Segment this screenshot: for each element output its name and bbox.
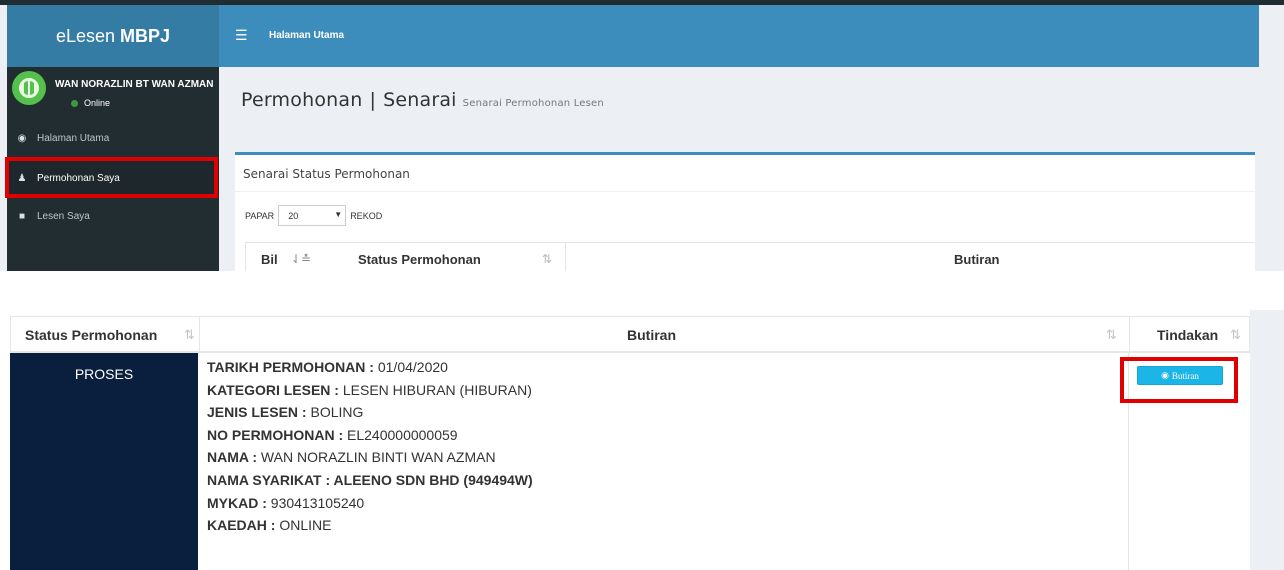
avatar [12, 71, 46, 105]
details-cell: TARIKH PERMOHONAN : 01/04/2020 KATEGORI … [207, 359, 1107, 540]
column-header-bil[interactable]: Bil [261, 252, 278, 267]
page-title-small: Senarai Permohonan Lesen [462, 98, 604, 109]
globe-icon [19, 78, 39, 98]
status-cell: PROSES [10, 353, 198, 570]
column-header-butiran[interactable]: Butiran [954, 252, 1000, 267]
table-header: Status Permohonan ⇅ Butiran ⇅ Tindakan ⇅ [10, 316, 1250, 354]
user-status: Online [55, 98, 110, 108]
show-label: PAPAR [245, 210, 275, 221]
content-header: Permohonan | Senarai Senarai Permohonan Les… [219, 67, 1259, 151]
sidebar-item-halaman-utama[interactable]: ◉ Halaman Utama [7, 121, 219, 155]
column-divider [199, 317, 200, 354]
column-header-butiran[interactable]: Butiran [627, 327, 676, 343]
detail-label: NAMA : [207, 449, 258, 466]
detail-value: BOLING [306, 404, 364, 421]
detail-row: TARIKH PERMOHONAN : 01/04/2020 [207, 359, 1107, 382]
records-label: REKOD [350, 210, 383, 221]
sidebar-item-label: Lesen Saya [37, 210, 90, 222]
column-divider [565, 243, 566, 271]
app-logo[interactable]: eLesen MBPJ [7, 5, 219, 67]
page-title-sub: Senarai [383, 89, 457, 111]
detail-value: ONLINE [275, 517, 332, 534]
highlight-box-button [1120, 357, 1238, 403]
sidebar-item-label: Halaman Utama [37, 132, 110, 144]
page-length-control: PAPAR 20 ▼ REKOD [245, 205, 382, 226]
detail-row: NO PERMOHONAN : EL240000000059 [207, 427, 1107, 450]
page-title-main: Permohonan [241, 89, 363, 111]
hamburger-icon[interactable]: ☰ [235, 27, 248, 44]
column-header-status[interactable]: Status Permohonan [358, 252, 481, 267]
detail-value: LESEN HIBURAN (HIBURAN) [338, 381, 532, 398]
sort-icon[interactable]: ⇅ [542, 252, 552, 266]
sort-icon[interactable]: ⇅ [184, 327, 195, 343]
detail-label: NAMA SYARIKAT : [207, 471, 331, 488]
logo-text-bold: MBPJ [120, 25, 171, 46]
detail-value: ALEENO SDN BHD (949494W) [330, 471, 533, 488]
status-box: Senarai Status Permohonan PAPAR 20 ▼ REK… [235, 152, 1255, 271]
box-divider [235, 191, 1255, 192]
logo-text: eLesen [55, 25, 116, 46]
page-title: Permohonan | Senarai Senarai Permohonan Les… [241, 89, 604, 111]
applications-table: Status Permohonan ⇅ Butiran ⇅ Tindakan ⇅… [10, 316, 1250, 570]
box-title: Senarai Status Permohonan [243, 167, 410, 181]
detail-value: 01/04/2020 [373, 359, 448, 375]
detail-value: WAN NORAZLIN BINTI WAN AZMAN [257, 449, 496, 466]
column-divider [1129, 317, 1130, 354]
detail-row: KAEDAH : ONLINE [207, 517, 1107, 540]
detail-row: NAMA : WAN NORAZLIN BINTI WAN AZMAN [207, 449, 1107, 472]
title-separator: | [369, 89, 377, 111]
detail-value: 930413105240 [266, 494, 365, 511]
detail-value: EL240000000059 [343, 426, 458, 443]
column-header-tindakan[interactable]: Tindakan [1157, 327, 1218, 343]
user-name: WAN NORAZLIN BT WAN AZMAN [55, 79, 214, 90]
detail-row: JENIS LESEN : BOLING [207, 404, 1107, 427]
online-dot-icon [71, 99, 78, 107]
sort-icon[interactable]: ⇅ [1230, 327, 1241, 343]
sidebar-item-lesen-saya[interactable]: ■ Lesen Saya [7, 199, 219, 233]
right-scroll-strip [1250, 310, 1284, 570]
dashboard-icon: ◉ [17, 132, 27, 144]
detail-row: KATEGORI LESEN : LESEN HIBURAN (HIBURAN) [207, 382, 1107, 405]
sort-icon[interactable]: ⇅ [1106, 327, 1117, 343]
detail-label: MYKAD : [207, 494, 267, 511]
page-size-value: 20 [288, 211, 299, 221]
user-status-label: Online [84, 98, 111, 108]
detail-label: JENIS LESEN : [207, 404, 307, 421]
detail-label: TARIKH PERMOHONAN : [207, 359, 374, 375]
folder-icon: ■ [18, 210, 26, 222]
top-screenshot-panel: eLesen MBPJ ☰ Halaman Utama WAN NORAZLIN … [0, 0, 1284, 271]
mini-table-header: Bil ⇃≛ Status Permohonan ⇅ Butiran [245, 242, 1255, 271]
highlight-box-sidebar [5, 157, 218, 198]
navbar-title[interactable]: Halaman Utama [269, 30, 344, 41]
detail-label: KAEDAH : [207, 517, 276, 534]
top-navbar: ☰ Halaman Utama [219, 5, 1259, 67]
chevron-down-icon: ▼ [334, 210, 343, 219]
detail-label: KATEGORI LESEN : [207, 381, 339, 398]
detail-label: NO PERMOHONAN : [207, 426, 344, 443]
detail-row: MYKAD : 930413105240 [207, 495, 1107, 518]
sort-asc-icon[interactable]: ⇃≛ [291, 252, 311, 266]
column-header-status[interactable]: Status Permohonan [25, 327, 157, 343]
page-size-select[interactable]: 20 ▼ [278, 205, 347, 226]
detail-row: NAMA SYARIKAT : ALEENO SDN BHD (949494W) [207, 472, 1107, 495]
user-panel: WAN NORAZLIN BT WAN AZMAN Online [7, 67, 219, 125]
status-badge: PROSES [74, 366, 134, 382]
